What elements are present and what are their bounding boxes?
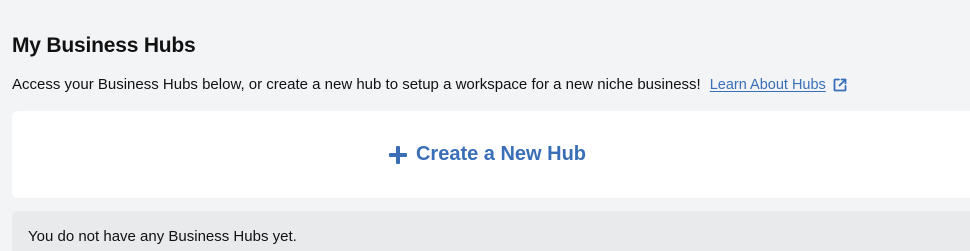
create-hub-card[interactable]: Create a New Hub: [12, 111, 970, 198]
page-title: My Business Hubs: [12, 34, 196, 57]
learn-about-hubs-link[interactable]: Learn About Hubs: [710, 77, 848, 93]
external-link-icon: [832, 77, 848, 93]
create-new-hub-label: Create a New Hub: [415, 143, 587, 165]
business-hubs-page: My Business Hubs Access your Business Hu…: [12, 0, 970, 251]
empty-state-panel: You do not have any Business Hubs yet.: [12, 211, 970, 251]
page-description: Access your Business Hubs below, or crea…: [12, 76, 701, 93]
create-new-hub-button[interactable]: Create a New Hub: [388, 143, 586, 166]
empty-state-message: You do not have any Business Hubs yet.: [28, 228, 297, 245]
page-description-row: Access your Business Hubs below, or crea…: [12, 76, 848, 93]
learn-about-hubs-label: Learn About Hubs: [709, 76, 826, 93]
plus-icon: [388, 145, 408, 165]
